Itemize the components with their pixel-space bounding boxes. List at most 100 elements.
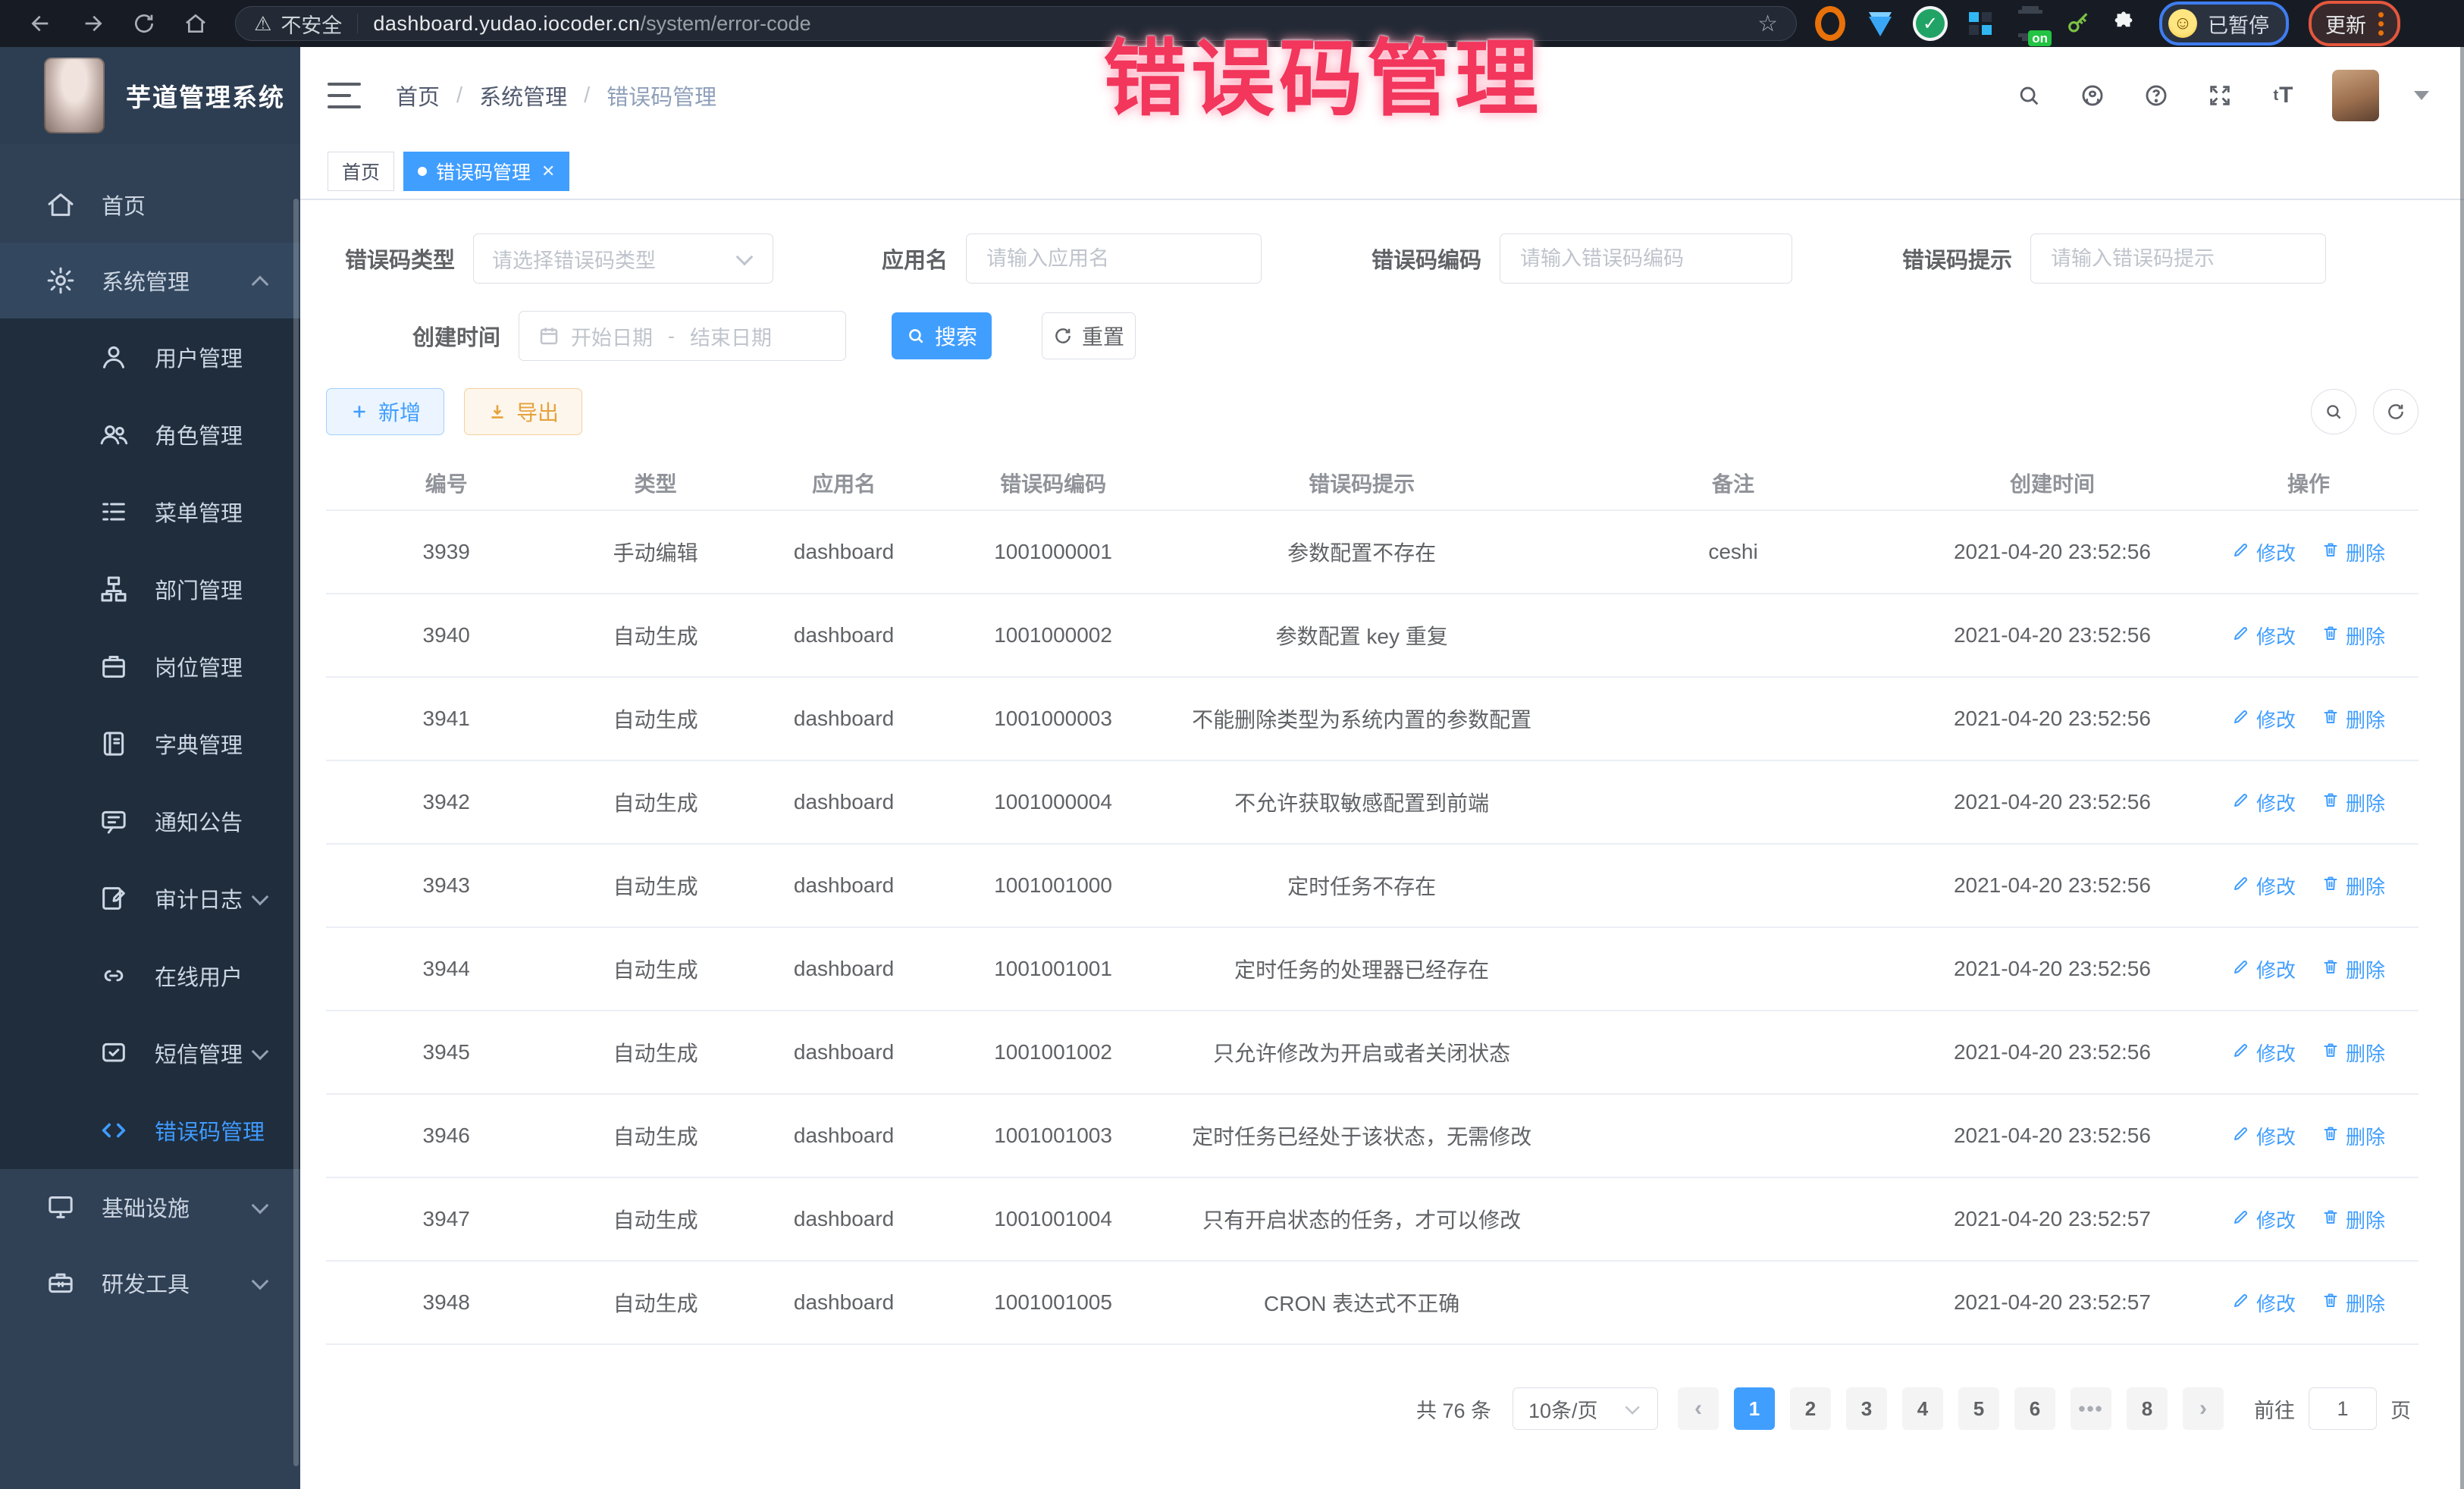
add-button[interactable]: 新增 (326, 388, 444, 435)
breadcrumb-home[interactable]: 首页 (396, 80, 440, 111)
address-bar[interactable]: ⚠ 不安全 dashboard.yudao.iocoder.cn/system/… (235, 6, 1797, 41)
error-code-input[interactable] (1519, 246, 1773, 271)
search-icon[interactable] (2014, 80, 2044, 111)
extension-grid-icon[interactable] (1965, 8, 1995, 39)
sidebar-item-monitor[interactable]: 基础设施 (0, 1169, 300, 1245)
github-icon[interactable] (2077, 80, 2108, 111)
delete-link[interactable]: 删除 (2321, 622, 2385, 650)
delete-link[interactable]: 删除 (2321, 872, 2385, 900)
fullscreen-icon[interactable] (2205, 80, 2235, 111)
page-size-select[interactable]: 10条/页 (1513, 1387, 1658, 1430)
close-icon[interactable]: ✕ (541, 161, 555, 181)
font-size-icon[interactable]: tT (2268, 80, 2299, 111)
search-button[interactable]: 搜索 (892, 312, 992, 359)
sidebar-item-org-tree[interactable]: 部门管理 (0, 550, 300, 628)
back-icon[interactable] (24, 7, 58, 40)
sidebar-item-toolbox[interactable]: 研发工具 (0, 1245, 300, 1321)
edit-link[interactable]: 修改 (2232, 872, 2296, 900)
sidebar-item-announcement[interactable]: 通知公告 (0, 782, 300, 860)
tab-首页[interactable]: 首页 (328, 152, 394, 191)
browser-update-button[interactable]: 更新 (2309, 1, 2400, 46)
extension-green-check-icon[interactable]: ✓ (1915, 8, 1945, 39)
collapse-menu-icon[interactable] (328, 83, 361, 108)
trash-icon (2321, 1291, 2340, 1315)
browser-menu-icon[interactable] (2378, 12, 2384, 36)
export-button[interactable]: 导出 (464, 388, 582, 435)
extension-gem-icon[interactable] (1865, 8, 1895, 39)
reload-icon[interactable] (127, 7, 161, 40)
edit-link[interactable]: 修改 (2232, 705, 2296, 733)
error-hint-input[interactable] (2049, 246, 2307, 271)
delete-link[interactable]: 删除 (2321, 1289, 2385, 1317)
extensions-puzzle-icon[interactable] (2111, 11, 2136, 36)
prev-page-button[interactable]: ‹ (1678, 1387, 1719, 1430)
edit-link[interactable]: 修改 (2232, 622, 2296, 650)
error-type-select[interactable]: 请选择错误码类型 (473, 234, 773, 284)
sidebar-item-label: 字典管理 (155, 728, 270, 760)
extension-list-icon[interactable]: on (2015, 8, 2045, 39)
tab-错误码管理[interactable]: 错误码管理✕ (403, 152, 569, 191)
date-range-picker[interactable]: 开始日期 - 结束日期 (519, 311, 846, 361)
delete-link[interactable]: 删除 (2321, 788, 2385, 817)
extension-orange-icon[interactable] (1815, 8, 1845, 39)
edit-icon (2232, 1124, 2250, 1148)
delete-link[interactable]: 删除 (2321, 1205, 2385, 1234)
sidebar-item-label: 在线用户 (155, 960, 270, 992)
show-search-toggle-button[interactable] (2311, 389, 2356, 434)
breadcrumb-system[interactable]: 系统管理 (479, 80, 567, 111)
sidebar-item-user[interactable]: 用户管理 (0, 318, 300, 396)
page-button-4[interactable]: 4 (1902, 1387, 1943, 1430)
bookmark-star-icon[interactable]: ☆ (1757, 11, 1778, 37)
next-page-button[interactable]: › (2183, 1387, 2224, 1430)
more-pages-button[interactable]: ••• (2071, 1387, 2111, 1430)
goto-page-input[interactable] (2309, 1387, 2377, 1430)
sidebar-item-menu-list[interactable]: 菜单管理 (0, 473, 300, 550)
cell-memo (1560, 878, 1905, 893)
sidebar-item-audit-log[interactable]: 审计日志 (0, 860, 300, 937)
edit-link[interactable]: 修改 (2232, 538, 2296, 566)
sidebar-item-sms[interactable]: 短信管理 (0, 1014, 300, 1092)
edit-link[interactable]: 修改 (2232, 1122, 2296, 1150)
sidebar-item-book[interactable]: 字典管理 (0, 705, 300, 782)
avatar[interactable] (2332, 70, 2379, 121)
chevron-down-icon[interactable] (2414, 91, 2429, 100)
delete-link[interactable]: 删除 (2321, 705, 2385, 733)
extension-key-icon[interactable] (2065, 11, 2091, 36)
browser-profile-chip[interactable]: ☺ 已暂停 (2159, 2, 2289, 45)
edit-link[interactable]: 修改 (2232, 788, 2296, 817)
sidebar-item-code[interactable]: 错误码管理 (0, 1092, 300, 1169)
delete-link[interactable]: 删除 (2321, 955, 2385, 983)
edit-link[interactable]: 修改 (2232, 955, 2296, 983)
page-button-6[interactable]: 6 (2014, 1387, 2055, 1430)
extensions-row: ✓ on (1815, 8, 2136, 39)
page-button-5[interactable]: 5 (1958, 1387, 1999, 1430)
cell-type: 自动生成 (566, 1113, 745, 1158)
cell-memo (1560, 795, 1905, 810)
app-logo-row[interactable]: 芋道管理系统 (0, 47, 300, 144)
delete-link[interactable]: 删除 (2321, 1122, 2385, 1150)
sidebar-item-home[interactable]: 首页 (0, 167, 300, 243)
refresh-table-button[interactable] (2373, 389, 2419, 434)
sidebar-item-gear[interactable]: 系统管理 (0, 243, 300, 318)
edit-link[interactable]: 修改 (2232, 1039, 2296, 1067)
page-button-8[interactable]: 8 (2127, 1387, 2168, 1430)
cell-app: dashboard (745, 1283, 943, 1322)
filter-time-label: 创建时间 (371, 320, 500, 352)
reset-button[interactable]: 重置 (1042, 312, 1136, 359)
cell-app: dashboard (745, 532, 943, 572)
sidebar-item-briefcase[interactable]: 岗位管理 (0, 628, 300, 705)
page-button-1[interactable]: 1 (1734, 1387, 1775, 1430)
delete-link[interactable]: 删除 (2321, 1039, 2385, 1067)
edit-link[interactable]: 修改 (2232, 1205, 2296, 1234)
edit-link[interactable]: 修改 (2232, 1289, 2296, 1317)
sidebar-item-users[interactable]: 角色管理 (0, 396, 300, 473)
home-icon[interactable] (179, 7, 212, 40)
delete-link[interactable]: 删除 (2321, 538, 2385, 566)
forward-icon[interactable] (76, 7, 109, 40)
help-icon[interactable] (2141, 80, 2171, 111)
page-button-3[interactable]: 3 (1846, 1387, 1887, 1430)
sidebar-item-online-users[interactable]: 在线用户 (0, 937, 300, 1014)
page-button-2[interactable]: 2 (1790, 1387, 1831, 1430)
cell-memo (1560, 1045, 1905, 1060)
app-name-input[interactable] (985, 246, 1243, 271)
